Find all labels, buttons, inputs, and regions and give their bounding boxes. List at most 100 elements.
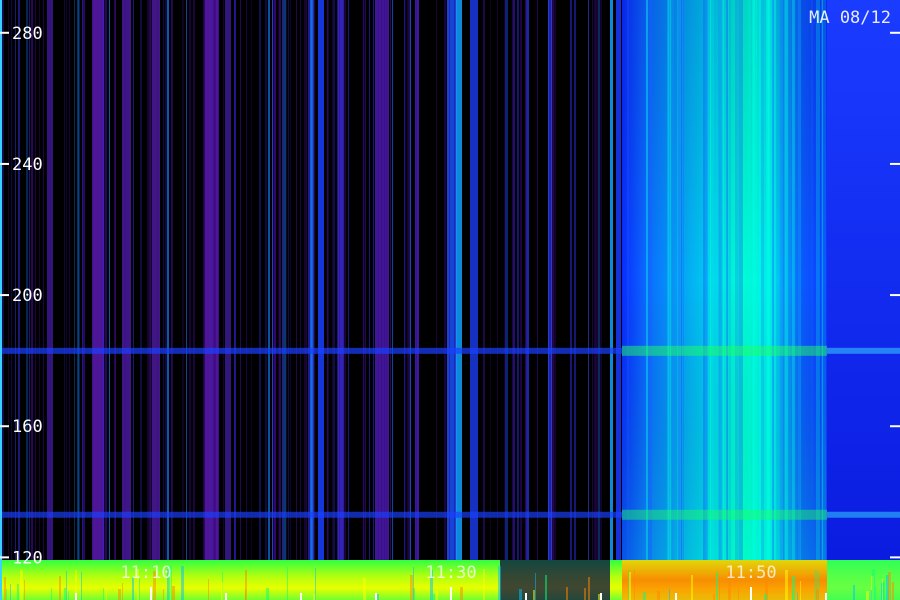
striation: [588, 0, 589, 560]
low-band-streak: [59, 576, 61, 600]
striation: [490, 0, 491, 560]
low-band-streak: [628, 570, 629, 600]
striation: [710, 0, 711, 560]
striation: [497, 0, 498, 560]
striation: [537, 0, 538, 560]
striation: [124, 0, 126, 560]
low-band-streak: [566, 587, 568, 600]
low-band-streak: [208, 579, 209, 600]
striation: [35, 0, 36, 560]
low-band-streak: [221, 582, 223, 600]
low-band-streak: [413, 567, 414, 600]
striation: [517, 0, 519, 560]
striation: [404, 0, 405, 560]
striation: [149, 0, 151, 560]
striation: [390, 0, 391, 560]
striation: [627, 0, 629, 560]
striation: [140, 0, 142, 560]
striation: [596, 0, 598, 560]
striation: [286, 0, 287, 560]
striation: [671, 0, 674, 560]
constant-line-burst: [622, 509, 827, 520]
low-band-streak: [20, 570, 23, 600]
low-band-streak: [691, 575, 693, 600]
striation: [318, 0, 324, 560]
striation: [761, 0, 764, 560]
low-band-streak: [872, 569, 875, 600]
low-band-streak: [785, 570, 788, 600]
low-band-streak: [68, 591, 69, 600]
striation: [186, 0, 187, 560]
striation: [32, 0, 33, 560]
striation: [82, 0, 83, 560]
striation: [210, 0, 211, 560]
striation: [784, 0, 785, 560]
striation: [189, 0, 191, 560]
striation: [83, 0, 85, 560]
striation: [513, 0, 515, 560]
striation: [410, 0, 411, 560]
low-band-streak: [716, 572, 718, 600]
striation: [225, 0, 231, 560]
striation: [235, 0, 236, 560]
y-tick-label: 120: [12, 548, 43, 568]
constant-line-quiet: [0, 347, 622, 354]
striation: [39, 0, 40, 560]
low-band-streak: [598, 594, 600, 600]
low-band-streak: [17, 584, 19, 600]
striation: [114, 0, 116, 560]
striation: [278, 0, 280, 560]
low-band-streak: [853, 585, 855, 600]
striation: [74, 0, 75, 560]
striation: [570, 0, 572, 560]
striation: [66, 0, 67, 560]
low-band-streak: [816, 589, 819, 600]
striation: [373, 0, 374, 560]
striation: [552, 0, 554, 560]
striation: [767, 0, 770, 560]
striation: [727, 0, 731, 560]
low-band-streak: [181, 566, 184, 600]
striation: [171, 0, 173, 560]
low-band-streak: [245, 589, 246, 600]
low-band-streak: [871, 590, 872, 600]
low-band-streak: [892, 582, 894, 600]
striation: [300, 0, 301, 560]
striation: [240, 0, 241, 560]
low-band-streak: [719, 578, 720, 600]
striation: [2, 0, 4, 560]
striation: [785, 0, 788, 560]
striation: [703, 0, 705, 560]
striation: [265, 0, 267, 560]
striation: [670, 0, 671, 560]
striation: [167, 0, 169, 560]
low-band-streak: [738, 587, 739, 600]
striation: [504, 0, 506, 560]
striation: [600, 0, 602, 560]
striation: [259, 0, 261, 560]
striation: [288, 0, 289, 560]
striation: [31, 0, 32, 560]
low-band-streak: [483, 569, 485, 600]
striation: [753, 0, 757, 560]
striation: [43, 0, 44, 560]
striation: [193, 0, 195, 560]
striation: [348, 0, 349, 560]
panel-label: MA 08/12: [809, 8, 891, 28]
low-band-streak: [10, 584, 11, 600]
y-tick-label: 280: [12, 24, 43, 44]
low-band-streak: [588, 577, 590, 600]
striation: [407, 0, 408, 560]
y-tick-label: 200: [12, 286, 43, 306]
low-band-streak: [533, 590, 535, 600]
decay-region: [827, 0, 900, 560]
striation: [274, 0, 276, 560]
striation: [650, 0, 652, 560]
striation: [104, 0, 105, 560]
striation: [29, 0, 30, 560]
striation: [554, 0, 556, 560]
low-band-streak: [875, 586, 876, 600]
low-band-streak: [797, 593, 798, 600]
striation: [677, 0, 681, 560]
striation: [405, 0, 406, 560]
